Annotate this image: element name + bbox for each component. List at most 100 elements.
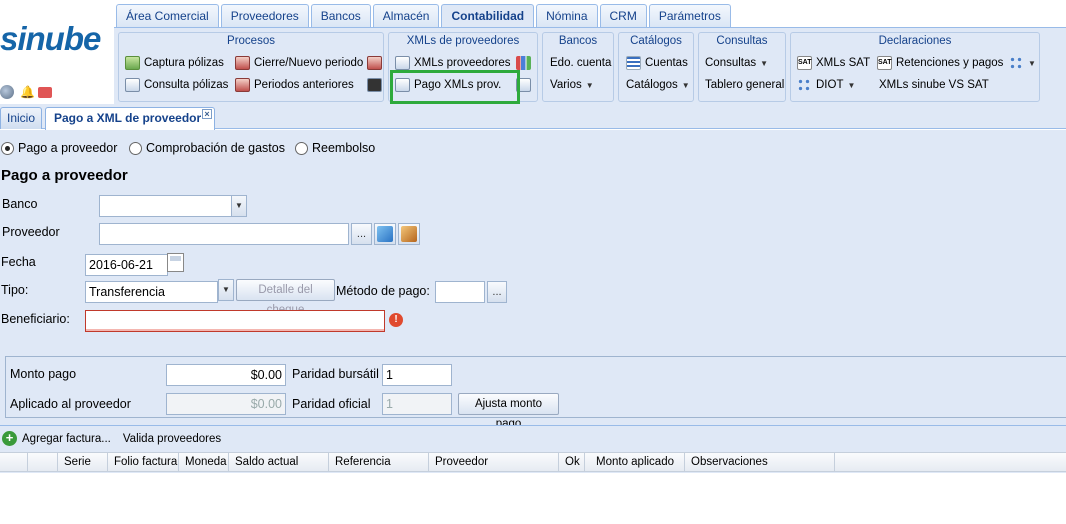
code-button[interactable] — [367, 76, 382, 94]
button-label: Valida proveedores — [122, 432, 222, 445]
close-icon[interactable]: × — [202, 109, 212, 119]
column-header-folio[interactable]: Folio factura — [108, 453, 179, 472]
xmls-vs-sat-button[interactable]: XMLs sinube VS SAT — [879, 76, 989, 94]
beneficiario-input[interactable] — [85, 310, 385, 332]
radio-pago-proveedor[interactable]: Pago a proveedor — [1, 141, 117, 155]
contact-card-icon — [401, 226, 417, 242]
chat-icon[interactable] — [38, 86, 52, 98]
xmls-sat-button[interactable]: SAT XMLs SAT — [797, 54, 870, 72]
globe-icon[interactable] — [0, 85, 14, 99]
column-header-ok[interactable]: Ok — [559, 453, 585, 472]
button-label: Captura pólizas — [144, 57, 224, 69]
cierre-periodo-button[interactable]: Cierre/Nuevo periodo — [235, 54, 363, 72]
catalogos-menu[interactable]: Catálogos ▼ — [626, 76, 690, 94]
radio-comprobacion[interactable]: Comprobación de gastos — [129, 141, 285, 155]
group-title: Procesos — [227, 35, 275, 47]
monto-pago-input[interactable]: $0.00 — [166, 364, 286, 386]
form-body: Pago a proveedor Comprobación de gastos … — [0, 130, 1066, 524]
tab-proveedores[interactable]: Proveedores — [220, 4, 309, 27]
valida-proveedores-button[interactable]: Valida proveedores — [123, 433, 221, 445]
group-title: Bancos — [558, 35, 598, 47]
tab-nomina[interactable]: Nómina — [536, 4, 598, 27]
tab-inicio[interactable]: Inicio — [0, 107, 42, 129]
tipo-dropdown-button[interactable]: ▼ — [218, 279, 234, 301]
tab-pago-xml[interactable]: Pago a XML de proveedor × — [45, 107, 215, 130]
aplicado-label: Aplicado al proveedor — [10, 397, 131, 411]
xml-icon — [395, 56, 410, 70]
tablero-general-button[interactable]: Tablero general — [705, 76, 784, 94]
button-label: XMLs SAT — [816, 57, 871, 69]
retenciones-button[interactable]: SAT Retenciones y pagos — [877, 54, 1003, 72]
utility-icons: 🔔 — [0, 82, 52, 102]
grid-icon — [1009, 56, 1024, 70]
column-header-saldo[interactable]: Saldo actual — [229, 453, 329, 472]
banco-select[interactable] — [99, 195, 232, 217]
radio-checked-icon — [1, 141, 14, 155]
tab-area-comercial[interactable]: Área Comercial — [116, 4, 219, 27]
edo-cuenta-button[interactable]: Edo. cuenta — [550, 54, 611, 72]
agregar-factura-button[interactable]: + Agregar factura... — [2, 431, 111, 446]
ajusta-monto-button[interactable]: Ajusta monto pago — [458, 393, 559, 430]
detalle-cheque-button[interactable]: Detalle del cheque — [236, 279, 335, 316]
column-header-referencia[interactable]: Referencia — [329, 453, 429, 472]
radio-reembolso[interactable]: Reembolso — [295, 141, 375, 155]
button-label: XMLs sinube VS SAT — [879, 79, 989, 91]
paridad-bursatil-input[interactable]: 1 — [382, 364, 452, 386]
spreadsheet-icon — [125, 56, 140, 70]
radio-unchecked-icon — [129, 141, 142, 155]
proveedor-input[interactable] — [99, 223, 349, 245]
metodo-pago-input[interactable] — [435, 281, 485, 303]
column-header-select[interactable] — [0, 453, 28, 472]
beneficiario-label: Beneficiario: — [1, 312, 70, 326]
captura-polizas-button[interactable]: Captura pólizas — [125, 54, 224, 72]
paridad-oficial-input: 1 — [382, 393, 452, 415]
chevron-down-icon: ▼ — [760, 58, 769, 68]
more-menu[interactable]: ▼ — [1009, 54, 1036, 72]
tab-bancos[interactable]: Bancos — [310, 4, 371, 27]
column-header-monto-aplicado[interactable]: Monto aplicado — [585, 453, 685, 472]
cuentas-button[interactable]: Cuentas — [626, 54, 688, 72]
column-header-row[interactable] — [28, 453, 58, 472]
group-catalogos: Catálogos Cuentas Catálogos ▼ — [618, 32, 694, 102]
proveedor-lookup-button[interactable]: ... — [351, 223, 372, 245]
grid-body — [0, 473, 1066, 524]
calendar-icon — [235, 78, 250, 92]
periodos-anteriores-button[interactable]: Periodos anteriores — [235, 76, 354, 94]
column-header-observaciones[interactable]: Observaciones — [685, 453, 835, 472]
grid-header: Serie Folio factura Moneda Saldo actual … — [0, 452, 1066, 472]
tab-crm[interactable]: CRM — [599, 4, 647, 27]
column-header-proveedor[interactable]: Proveedor — [429, 453, 559, 472]
tipo-select[interactable]: Transferencia — [85, 281, 218, 303]
tab-almacen[interactable]: Almacén — [372, 4, 440, 27]
calendar-extra-button[interactable] — [367, 54, 382, 72]
sat-icon: SAT — [877, 56, 892, 70]
group-consultas: Consultas Consultas ▼ Tablero general — [698, 32, 786, 102]
tab-parametros[interactable]: Parámetros — [648, 4, 731, 27]
bell-icon[interactable]: 🔔 — [20, 85, 35, 99]
column-header-moneda[interactable]: Moneda — [179, 453, 229, 472]
consulta-polizas-button[interactable]: Consulta pólizas — [125, 76, 228, 94]
consultas-menu[interactable]: Consultas ▼ — [705, 54, 768, 72]
contact-button[interactable] — [398, 223, 420, 245]
refresh-icon — [377, 226, 393, 242]
section-title: Pago a proveedor — [1, 167, 128, 184]
plus-icon: + — [2, 431, 17, 446]
banco-label: Banco — [2, 197, 38, 211]
proveedor-label: Proveedor — [2, 225, 60, 239]
highlight-frame — [390, 70, 520, 104]
fecha-input[interactable]: 2016-06-21 — [85, 254, 168, 276]
group-title: XMLs de proveedores — [406, 35, 520, 47]
diot-menu[interactable]: DIOT ▼ — [797, 76, 855, 94]
fecha-label: Fecha — [1, 255, 36, 269]
button-label: Tablero general — [705, 79, 785, 91]
paridad-oficial-label: Paridad oficial — [292, 397, 371, 411]
button-label: Varios — [550, 79, 582, 91]
refresh-button[interactable] — [374, 223, 396, 245]
column-header-serie[interactable]: Serie — [58, 453, 108, 472]
tab-contabilidad[interactable]: Contabilidad — [441, 4, 535, 29]
varios-menu[interactable]: Varios ▼ — [550, 76, 594, 94]
group-bancos: Bancos Edo. cuenta Varios ▼ — [542, 32, 614, 102]
calendar-icon[interactable] — [167, 253, 184, 272]
banco-dropdown-button[interactable]: ▼ — [231, 195, 247, 217]
metodo-pago-lookup-button[interactable]: ... — [487, 281, 507, 303]
